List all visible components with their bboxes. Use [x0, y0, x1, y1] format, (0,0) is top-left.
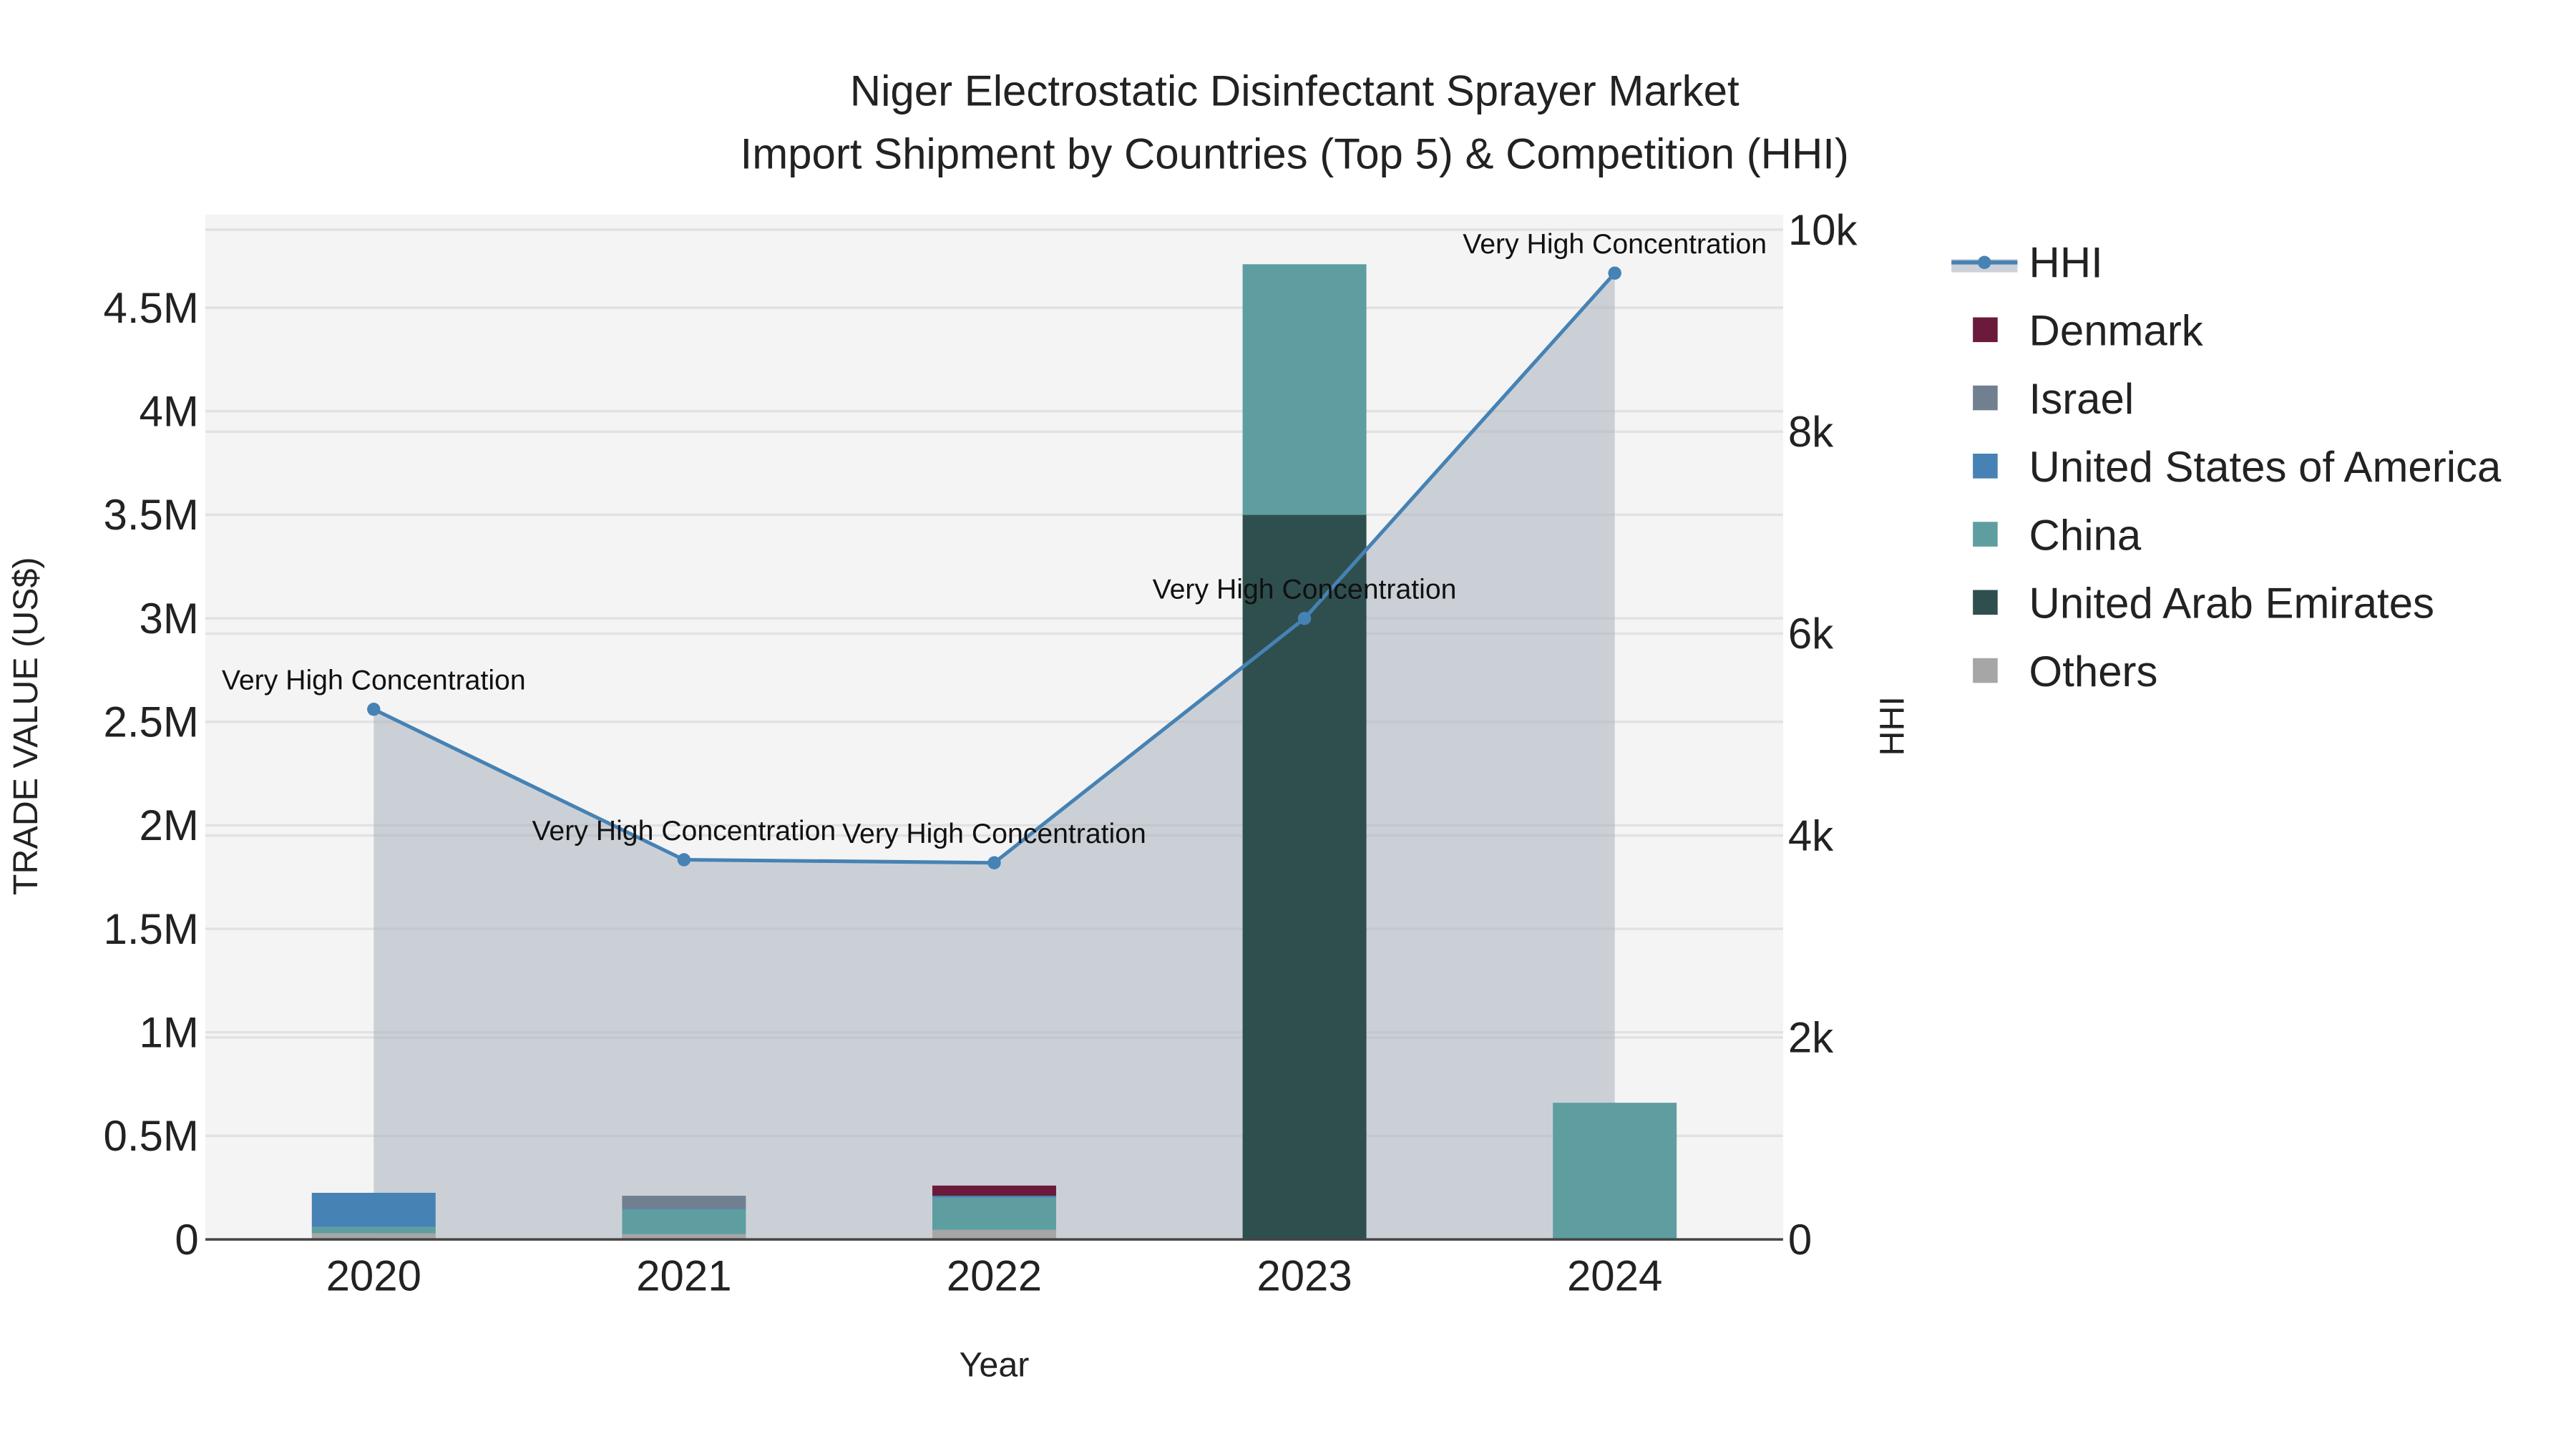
bar-israel-2021	[622, 1196, 746, 1209]
y-tick-label: 0	[175, 1216, 198, 1264]
y2-tick-label: 8k	[1788, 408, 1834, 456]
y-axis-ticks: 0 0.5M 1M 1.5M 2M 2.5M 3M 3.5M 4M 4.5M	[103, 284, 198, 1264]
hhi-annotation-2022: Very High Concentration	[842, 819, 1146, 849]
x-tick-label: 2020	[326, 1252, 421, 1300]
y-tick-label: 1.5M	[103, 905, 198, 953]
y-tick-label: 3.5M	[103, 491, 198, 539]
y-axis-label: TRADE VALUE (US$)	[6, 557, 45, 895]
hhi-annotation-2024: Very High Concentration	[1463, 229, 1767, 260]
hhi-point-2024	[1608, 266, 1621, 280]
legend-hhi-marker	[1978, 255, 1991, 269]
hhi-point-2021	[677, 853, 691, 867]
y2-tick-label: 6k	[1788, 610, 1834, 658]
hhi-point-2022	[987, 856, 1001, 869]
x-axis-label: Year	[960, 1346, 1030, 1385]
legend-label: Israel	[2029, 375, 2135, 423]
chart: Very High ConcentrationVery High Concent…	[6, 67, 2502, 1385]
y-tick-label: 3M	[139, 595, 198, 643]
bar-others-2022	[932, 1229, 1056, 1240]
bar-united-states-of-america-2022	[932, 1196, 1056, 1198]
bar-china-2024	[1553, 1103, 1677, 1240]
bar-united-states-of-america-2020	[311, 1192, 436, 1227]
y-tick-label: 4.5M	[103, 284, 198, 332]
hhi-annotation-2023: Very High Concentration	[1153, 575, 1457, 605]
legend-swatch-denmark	[1973, 317, 1998, 343]
x-tick-label: 2022	[947, 1252, 1042, 1300]
x-tick-label: 2021	[636, 1252, 731, 1300]
bar-china-2023	[1242, 264, 1367, 515]
x-tick-label: 2024	[1567, 1252, 1662, 1300]
legend: HHI Denmark Israel United States of America…	[1951, 238, 2502, 696]
y2-tick-label: 0	[1788, 1216, 1812, 1264]
legend-swatch-others	[1973, 658, 1998, 683]
legend-swatch-united-states-of-america	[1973, 454, 1998, 479]
legend-swatch-china	[1973, 522, 1998, 547]
bar-china-2022	[932, 1197, 1056, 1230]
hhi-annotation-2021: Very High Concentration	[532, 816, 836, 847]
y2-axis-ticks: 0 2k 4k 6k 8k 10k	[1788, 206, 1858, 1264]
bar-china-2021	[622, 1209, 746, 1234]
y2-tick-label: 4k	[1788, 811, 1834, 859]
y-tick-label: 1M	[139, 1009, 198, 1057]
y2-tick-label: 2k	[1788, 1014, 1834, 1062]
y2-axis-label: HHI	[1873, 696, 1911, 756]
legend-label: Denmark	[2029, 307, 2204, 355]
x-axis-ticks: 2020 2021 2022 2023 2024	[326, 1252, 1663, 1300]
y-tick-label: 0.5M	[103, 1112, 198, 1160]
legend-label: United Arab Emirates	[2029, 580, 2434, 628]
y-tick-label: 2M	[139, 801, 198, 849]
hhi-point-2023	[1297, 612, 1312, 625]
bar-china-2020	[311, 1226, 436, 1234]
legend-swatch-israel	[1973, 385, 1998, 411]
chart-title-line2: Import Shipment by Countries (Top 5) & C…	[741, 130, 1849, 177]
bar-denmark-2022	[932, 1185, 1056, 1196]
legend-label: Others	[2029, 648, 2158, 696]
hhi-point-2020	[367, 703, 381, 716]
chart-title-line1: Niger Electrostatic Disinfectant Sprayer…	[850, 67, 1740, 115]
x-tick-label: 2023	[1257, 1252, 1352, 1300]
y-tick-label: 2.5M	[103, 698, 198, 746]
hhi-annotation-2020: Very High Concentration	[222, 665, 526, 696]
legend-swatch-united-arab-emirates	[1973, 590, 1998, 615]
legend-label: United States of America	[2029, 443, 2502, 491]
y-tick-label: 4M	[139, 387, 198, 435]
legend-label: HHI	[2029, 238, 2103, 286]
legend-label: China	[2029, 511, 2142, 559]
y2-tick-label: 10k	[1788, 206, 1858, 254]
